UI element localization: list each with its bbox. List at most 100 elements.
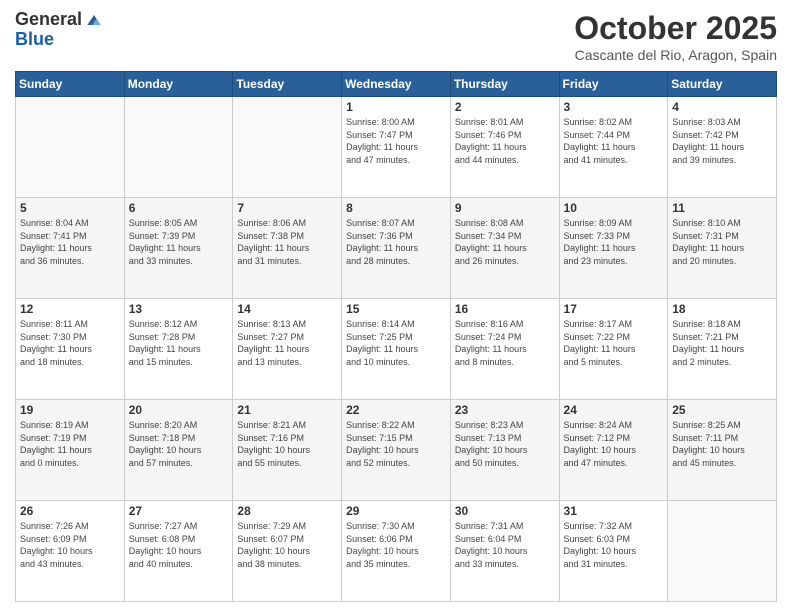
- day-number: 16: [455, 302, 555, 316]
- calendar-cell: 25 Sunrise: 8:25 AM Sunset: 7:11 PM Dayli…: [668, 400, 777, 501]
- calendar-week-row: 5Sunrise: 8:04 AM Sunset: 7:41 PM Daylig…: [16, 198, 777, 299]
- day-info: Sunrise: 8:06 AM Sunset: 7:38 PM Dayligh…: [237, 217, 337, 267]
- calendar-cell: 3 Sunrise: 8:02 AM Sunset: 7:44 PM Daylig…: [559, 97, 668, 198]
- day-number: 29: [346, 504, 446, 518]
- day-info: Sunrise: 8:13 AM Sunset: 7:27 PM Dayligh…: [237, 318, 337, 368]
- day-info: Sunrise: 8:02 AM Sunset: 7:44 PM Dayligh…: [564, 116, 664, 166]
- calendar-cell: 9 Sunrise: 8:08 AM Sunset: 7:34 PM Daylig…: [450, 198, 559, 299]
- day-number: 25: [672, 403, 772, 417]
- calendar-cell: 27 Sunrise: 7:27 AM Sunset: 6:08 PM Dayli…: [124, 501, 233, 602]
- calendar-cell: 21 Sunrise: 8:21 AM Sunset: 7:16 PM Dayli…: [233, 400, 342, 501]
- calendar-cell: 12 Sunrise: 8:11 AM Sunset: 7:30 PM Dayli…: [16, 299, 125, 400]
- logo-blue: Blue: [15, 30, 104, 50]
- calendar-cell: 6 Sunrise: 8:05 AM Sunset: 7:39 PM Daylig…: [124, 198, 233, 299]
- calendar-cell: 31Sunrise: 7:32 AM Sunset: 6:03 PM Dayli…: [559, 501, 668, 602]
- day-info: Sunrise: 7:27 AM Sunset: 6:08 PM Dayligh…: [129, 520, 229, 570]
- day-number: 4: [672, 100, 772, 114]
- day-info: Sunrise: 7:29 AM Sunset: 6:07 PM Dayligh…: [237, 520, 337, 570]
- day-number: 21: [237, 403, 337, 417]
- day-number: 11: [672, 201, 772, 215]
- calendar-cell: [668, 501, 777, 602]
- calendar-day-header: Monday: [124, 72, 233, 97]
- day-number: 24: [564, 403, 664, 417]
- calendar-day-header: Thursday: [450, 72, 559, 97]
- day-number: 1: [346, 100, 446, 114]
- calendar-cell: [124, 97, 233, 198]
- day-info: Sunrise: 8:18 AM Sunset: 7:21 PM Dayligh…: [672, 318, 772, 368]
- day-info: Sunrise: 8:19 AM Sunset: 7:19 PM Dayligh…: [20, 419, 120, 469]
- day-number: 6: [129, 201, 229, 215]
- calendar-day-header: Saturday: [668, 72, 777, 97]
- day-info: Sunrise: 8:09 AM Sunset: 7:33 PM Dayligh…: [564, 217, 664, 267]
- calendar-cell: 16 Sunrise: 8:16 AM Sunset: 7:24 PM Dayli…: [450, 299, 559, 400]
- day-number: 10: [564, 201, 664, 215]
- page: General Blue October 2025 Cascante del R…: [0, 0, 792, 612]
- day-number: 17: [564, 302, 664, 316]
- day-info: Sunrise: 7:32 AM Sunset: 6:03 PM Dayligh…: [564, 520, 664, 570]
- day-number: 12: [20, 302, 120, 316]
- calendar-day-header: Sunday: [16, 72, 125, 97]
- calendar-cell: 5Sunrise: 8:04 AM Sunset: 7:41 PM Daylig…: [16, 198, 125, 299]
- calendar-cell: 8 Sunrise: 8:07 AM Sunset: 7:36 PM Daylig…: [342, 198, 451, 299]
- calendar-cell: 2 Sunrise: 8:01 AM Sunset: 7:46 PM Daylig…: [450, 97, 559, 198]
- calendar-cell: [16, 97, 125, 198]
- day-info: Sunrise: 8:04 AM Sunset: 7:41 PM Dayligh…: [20, 217, 120, 267]
- day-number: 26: [20, 504, 120, 518]
- calendar-cell: 29 Sunrise: 7:30 AM Sunset: 6:06 PM Dayli…: [342, 501, 451, 602]
- day-number: 9: [455, 201, 555, 215]
- day-info: Sunrise: 8:12 AM Sunset: 7:28 PM Dayligh…: [129, 318, 229, 368]
- day-info: Sunrise: 8:07 AM Sunset: 7:36 PM Dayligh…: [346, 217, 446, 267]
- calendar-cell: 10 Sunrise: 8:09 AM Sunset: 7:33 PM Dayli…: [559, 198, 668, 299]
- day-number: 23: [455, 403, 555, 417]
- day-info: Sunrise: 8:24 AM Sunset: 7:12 PM Dayligh…: [564, 419, 664, 469]
- calendar-table: SundayMondayTuesdayWednesdayThursdayFrid…: [15, 71, 777, 602]
- calendar-cell: 11Sunrise: 8:10 AM Sunset: 7:31 PM Dayli…: [668, 198, 777, 299]
- day-info: Sunrise: 7:31 AM Sunset: 6:04 PM Dayligh…: [455, 520, 555, 570]
- calendar-cell: 1 Sunrise: 8:00 AM Sunset: 7:47 PM Daylig…: [342, 97, 451, 198]
- day-number: 3: [564, 100, 664, 114]
- day-number: 15: [346, 302, 446, 316]
- calendar-cell: [233, 97, 342, 198]
- calendar-cell: 28Sunrise: 7:29 AM Sunset: 6:07 PM Dayli…: [233, 501, 342, 602]
- day-info: Sunrise: 8:23 AM Sunset: 7:13 PM Dayligh…: [455, 419, 555, 469]
- calendar-cell: 14 Sunrise: 8:13 AM Sunset: 7:27 PM Dayli…: [233, 299, 342, 400]
- day-info: Sunrise: 7:30 AM Sunset: 6:06 PM Dayligh…: [346, 520, 446, 570]
- day-info: Sunrise: 8:25 AM Sunset: 7:11 PM Dayligh…: [672, 419, 772, 469]
- logo: General Blue: [15, 10, 104, 50]
- calendar-cell: 13Sunrise: 8:12 AM Sunset: 7:28 PM Dayli…: [124, 299, 233, 400]
- day-info: Sunrise: 8:00 AM Sunset: 7:47 PM Dayligh…: [346, 116, 446, 166]
- calendar-cell: 17 Sunrise: 8:17 AM Sunset: 7:22 PM Dayli…: [559, 299, 668, 400]
- day-number: 2: [455, 100, 555, 114]
- day-info: Sunrise: 8:22 AM Sunset: 7:15 PM Dayligh…: [346, 419, 446, 469]
- calendar-cell: 7 Sunrise: 8:06 AM Sunset: 7:38 PM Daylig…: [233, 198, 342, 299]
- day-info: Sunrise: 8:17 AM Sunset: 7:22 PM Dayligh…: [564, 318, 664, 368]
- day-info: Sunrise: 8:11 AM Sunset: 7:30 PM Dayligh…: [20, 318, 120, 368]
- calendar-cell: 19 Sunrise: 8:19 AM Sunset: 7:19 PM Dayli…: [16, 400, 125, 501]
- day-info: Sunrise: 8:01 AM Sunset: 7:46 PM Dayligh…: [455, 116, 555, 166]
- day-info: Sunrise: 8:05 AM Sunset: 7:39 PM Dayligh…: [129, 217, 229, 267]
- day-info: Sunrise: 8:14 AM Sunset: 7:25 PM Dayligh…: [346, 318, 446, 368]
- calendar-day-header: Friday: [559, 72, 668, 97]
- day-number: 8: [346, 201, 446, 215]
- calendar-cell: 22 Sunrise: 8:22 AM Sunset: 7:15 PM Dayli…: [342, 400, 451, 501]
- day-info: Sunrise: 8:20 AM Sunset: 7:18 PM Dayligh…: [129, 419, 229, 469]
- calendar-cell: 26 Sunrise: 7:26 AM Sunset: 6:09 PM Dayli…: [16, 501, 125, 602]
- calendar-cell: 20Sunrise: 8:20 AM Sunset: 7:18 PM Dayli…: [124, 400, 233, 501]
- title-block: October 2025 Cascante del Rio, Aragon, S…: [574, 10, 777, 63]
- logo-icon: [84, 10, 104, 30]
- calendar-cell: 15 Sunrise: 8:14 AM Sunset: 7:25 PM Dayli…: [342, 299, 451, 400]
- day-info: Sunrise: 7:26 AM Sunset: 6:09 PM Dayligh…: [20, 520, 120, 570]
- day-info: Sunrise: 8:08 AM Sunset: 7:34 PM Dayligh…: [455, 217, 555, 267]
- day-number: 7: [237, 201, 337, 215]
- calendar-cell: 30Sunrise: 7:31 AM Sunset: 6:04 PM Dayli…: [450, 501, 559, 602]
- calendar-header-row: SundayMondayTuesdayWednesdayThursdayFrid…: [16, 72, 777, 97]
- day-info: Sunrise: 8:21 AM Sunset: 7:16 PM Dayligh…: [237, 419, 337, 469]
- day-number: 19: [20, 403, 120, 417]
- day-number: 22: [346, 403, 446, 417]
- calendar-week-row: 26 Sunrise: 7:26 AM Sunset: 6:09 PM Dayli…: [16, 501, 777, 602]
- day-number: 14: [237, 302, 337, 316]
- day-info: Sunrise: 8:16 AM Sunset: 7:24 PM Dayligh…: [455, 318, 555, 368]
- day-number: 27: [129, 504, 229, 518]
- calendar-cell: 23 Sunrise: 8:23 AM Sunset: 7:13 PM Dayli…: [450, 400, 559, 501]
- calendar-week-row: 12 Sunrise: 8:11 AM Sunset: 7:30 PM Dayli…: [16, 299, 777, 400]
